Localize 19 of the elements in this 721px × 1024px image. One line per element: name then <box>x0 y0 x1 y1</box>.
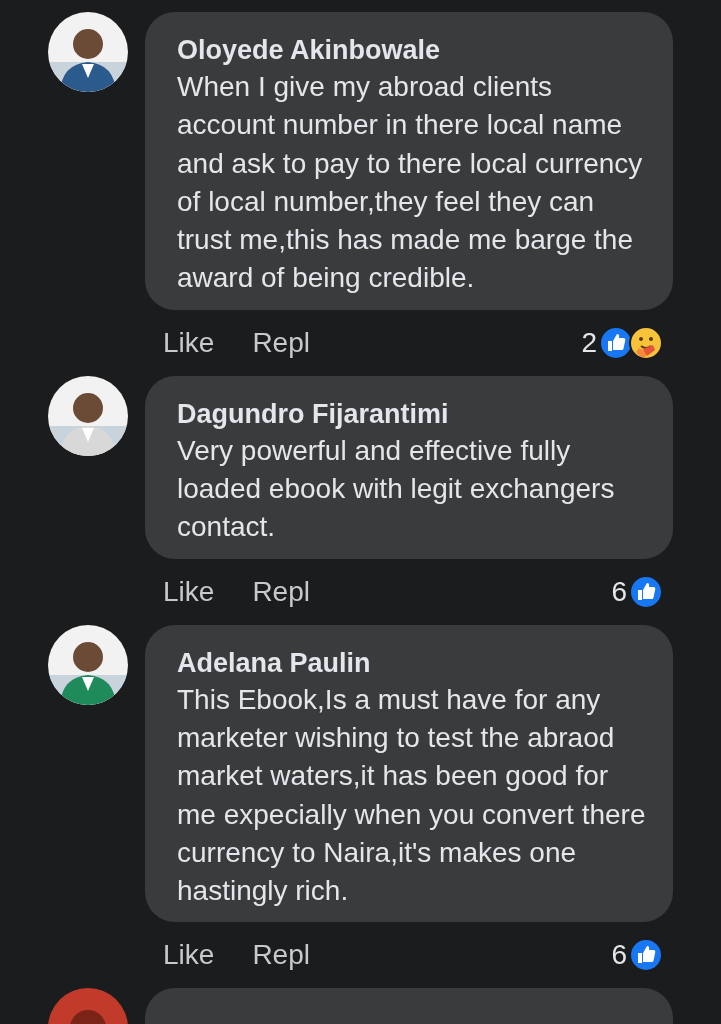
like-icon <box>629 574 663 609</box>
reaction-count[interactable]: 6 <box>611 575 627 608</box>
action-link[interactable]: Repl <box>252 326 310 359</box>
reaction-count[interactable]: 2 <box>581 326 597 359</box>
hug-emoji-icon <box>629 325 663 360</box>
comment-text: When I give my abroad clients account number in there local name and ask to pay to there local currency of local number,they feel they can trust me,this has made me barge the award of being credible. <box>177 70 644 296</box>
like-icon <box>599 325 633 360</box>
action-link[interactable]: Like <box>163 575 215 608</box>
commenter-name[interactable]: Dagundro Fijarantimi <box>177 395 653 432</box>
commenter-name[interactable]: Oloyede Akinbowale <box>177 32 653 68</box>
action-link[interactable]: Repl <box>252 939 310 972</box>
action-link[interactable]: Like <box>163 939 215 972</box>
action-link[interactable]: Like <box>163 326 215 359</box>
like-icon <box>629 938 663 973</box>
comment-text: This Ebook,Is a must have for any marketer wishing to test the abraod market waters,it has been good for me expecially when you convert there currency to Naira,it's makes one hastingly rich. <box>177 682 647 909</box>
commenter-name[interactable]: Adelana Paulin <box>177 644 653 681</box>
reaction-count[interactable]: 6 <box>611 939 627 972</box>
action-link[interactable]: Repl <box>252 575 310 608</box>
comment-text: Very powerful and effective fully loaded ebook with legit exchangers contact. <box>177 433 616 545</box>
